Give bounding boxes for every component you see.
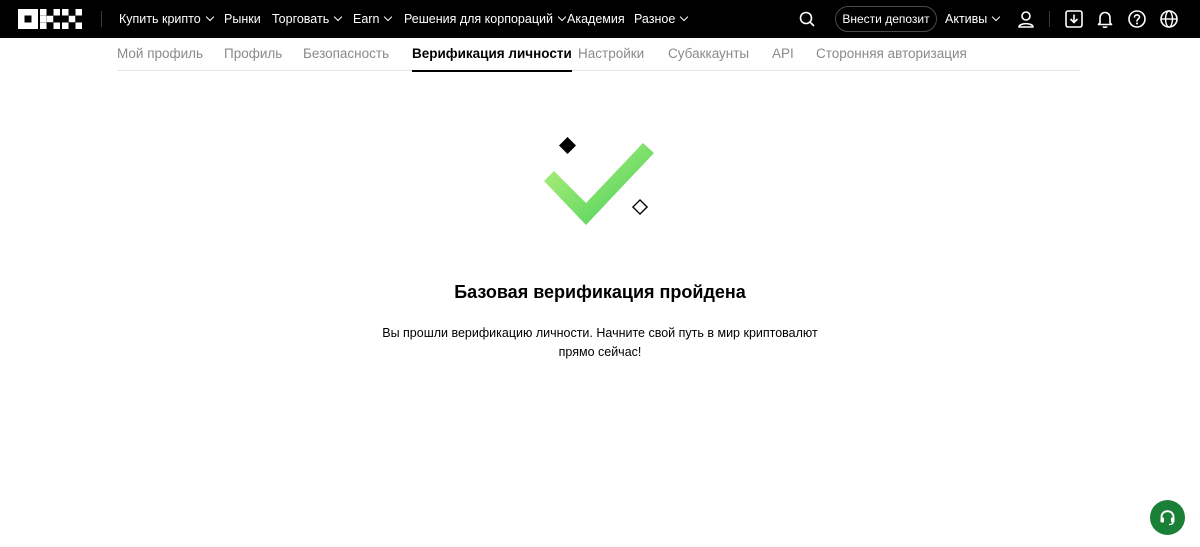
tab-my-profile[interactable]: Мой профиль bbox=[117, 38, 203, 71]
top-navigation-bar: Купить крипто Рынки Торговать Earn Решен… bbox=[0, 0, 1200, 38]
deposit-button[interactable]: Внести депозит bbox=[835, 6, 937, 32]
nav-academy[interactable]: Академия bbox=[567, 0, 625, 38]
logo-divider bbox=[101, 11, 102, 27]
nav-corporate-solutions[interactable]: Решения для корпораций bbox=[404, 0, 567, 38]
nav-label: Купить крипто bbox=[119, 12, 201, 26]
globe-icon[interactable] bbox=[1158, 8, 1180, 30]
chevron-down-icon bbox=[680, 12, 689, 22]
toolbar-divider bbox=[1049, 11, 1050, 27]
nav-buy-crypto[interactable]: Купить крипто bbox=[119, 0, 214, 38]
download-icon[interactable] bbox=[1063, 8, 1085, 30]
nav-earn[interactable]: Earn bbox=[353, 0, 393, 38]
nav-label: Рынки bbox=[224, 12, 261, 26]
tab-subaccounts[interactable]: Субаккаунты bbox=[668, 38, 749, 71]
nav-trade[interactable]: Торговать bbox=[272, 0, 343, 38]
diamond-filled-icon bbox=[559, 137, 576, 154]
okx-logo-icon[interactable] bbox=[18, 9, 82, 29]
nav-label: Решения для корпораций bbox=[404, 12, 553, 26]
search-icon[interactable] bbox=[796, 8, 818, 30]
tab-api[interactable]: API bbox=[772, 38, 794, 71]
headset-icon bbox=[1160, 510, 1175, 526]
bell-icon[interactable] bbox=[1094, 8, 1116, 30]
chevron-down-icon bbox=[333, 12, 343, 22]
chevron-down-icon bbox=[205, 12, 214, 22]
description-line: прямо сейчас! bbox=[558, 345, 642, 359]
verification-success-title: Базовая верификация пройдена bbox=[454, 282, 746, 302]
nav-more[interactable]: Разное bbox=[634, 0, 689, 38]
tab-profile[interactable]: Профиль bbox=[224, 38, 282, 71]
chevron-down-icon bbox=[384, 12, 393, 22]
nav-label: Разное bbox=[634, 12, 676, 26]
tab-third-party-auth[interactable]: Сторонняя авторизация bbox=[816, 38, 967, 71]
nav-label: Торговать bbox=[272, 12, 330, 26]
user-icon[interactable] bbox=[1015, 8, 1037, 30]
diamond-outline-icon bbox=[631, 198, 649, 216]
tab-identity-verification[interactable]: Верификация личности bbox=[412, 38, 572, 72]
tab-settings[interactable]: Настройки bbox=[578, 38, 644, 71]
support-chat-button[interactable] bbox=[1150, 500, 1185, 535]
help-icon[interactable] bbox=[1126, 8, 1148, 30]
nav-label: Академия bbox=[567, 12, 625, 26]
profile-tabs: Мой профиль Профиль Безопасность Верифик… bbox=[117, 38, 1080, 72]
chevron-down-icon bbox=[992, 12, 1001, 22]
description-line: Вы прошли верификацию личности. Начните … bbox=[382, 326, 818, 340]
verification-success-description: Вы прошли верификацию личности. Начните … bbox=[350, 324, 850, 362]
tab-security[interactable]: Безопасность bbox=[303, 38, 389, 71]
chevron-down-icon bbox=[557, 12, 567, 22]
checkmark-success-icon bbox=[544, 137, 654, 225]
nav-label: Earn bbox=[353, 12, 380, 26]
nav-markets[interactable]: Рынки bbox=[224, 0, 261, 38]
nav-assets[interactable]: Активы bbox=[945, 0, 1001, 38]
nav-label: Активы bbox=[945, 12, 988, 26]
